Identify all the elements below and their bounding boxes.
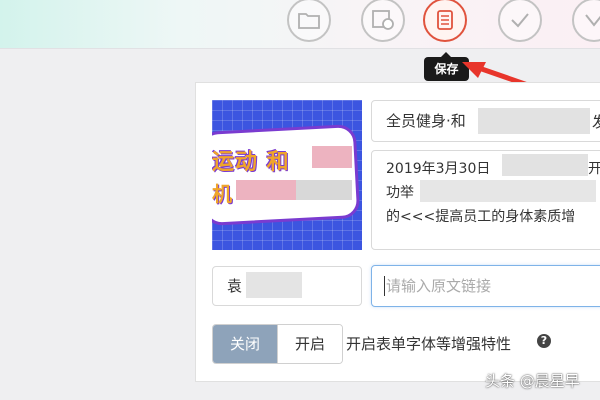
toggle-open-option[interactable]: 开启 bbox=[277, 325, 342, 363]
summary-line: 的<<<提高员工的身体素质增 bbox=[386, 209, 576, 225]
toggle-description: 开启表单字体等增强特性 bbox=[346, 335, 512, 353]
folder-icon bbox=[298, 13, 320, 29]
folder-button[interactable] bbox=[287, 0, 331, 42]
cover-blur bbox=[236, 180, 296, 200]
image-settings-button[interactable] bbox=[361, 0, 405, 42]
author-value: 袁 bbox=[227, 277, 243, 295]
title-trailing-char: 发 bbox=[592, 113, 600, 131]
save-doc-icon bbox=[437, 10, 453, 30]
cover-subtitle-text: 机 bbox=[212, 182, 232, 206]
title-blur bbox=[478, 108, 590, 134]
watermark-text: 头条 @晨星早 bbox=[485, 372, 580, 390]
link-placeholder: 请输入原文链接 bbox=[386, 277, 492, 295]
title-value: 全员健身·和 bbox=[386, 112, 466, 130]
help-icon[interactable]: ? bbox=[537, 334, 551, 348]
author-blur bbox=[246, 272, 302, 298]
text-caret bbox=[384, 276, 385, 296]
summary-trailing-char: 开 bbox=[588, 161, 600, 177]
enhance-toggle[interactable]: 关闭 开启 bbox=[212, 324, 343, 364]
image-gear-icon bbox=[372, 10, 394, 30]
confirm-button[interactable] bbox=[498, 0, 542, 42]
save-button[interactable] bbox=[423, 0, 467, 42]
summary-blur bbox=[502, 154, 588, 176]
cover-image[interactable]: 运动 和 机 bbox=[212, 100, 362, 250]
cover-blur bbox=[312, 146, 352, 168]
cover-title-text: 运动 和 bbox=[212, 150, 290, 175]
source-link-input[interactable]: 请输入原文链接 bbox=[371, 265, 600, 307]
toggle-close-option[interactable]: 关闭 bbox=[213, 325, 277, 363]
summary-blur bbox=[420, 180, 596, 202]
cover-blur bbox=[296, 180, 352, 200]
checkmark-icon bbox=[511, 13, 529, 28]
chevron-down-icon bbox=[585, 14, 600, 27]
